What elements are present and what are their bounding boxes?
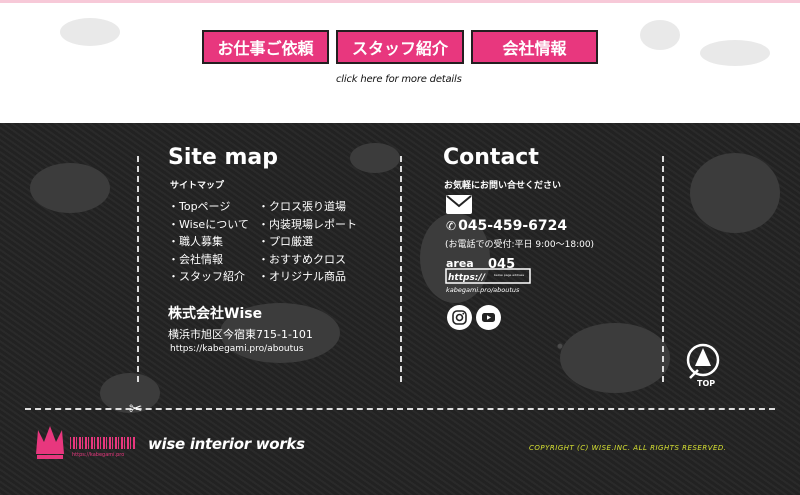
back-to-top-button[interactable]: TOP: [685, 340, 725, 390]
company-name: 株式会社Wise: [168, 306, 263, 322]
staff-intro-button[interactable]: スタッフ紹介: [336, 30, 464, 64]
company-info-button[interactable]: 会社情報: [471, 30, 598, 64]
phone-icon: ✆: [446, 219, 457, 233]
sitemap-list-1: ・Topページ ・Wiseについて ・職人募集 ・会社情報 ・スタッフ紹介: [168, 198, 249, 286]
sitemap-link[interactable]: ・職人募集: [168, 233, 249, 251]
crown-logo-icon: [36, 426, 64, 459]
sitemap-link[interactable]: ・おすすめクロス: [258, 251, 357, 269]
nav-button-row: お仕事ご依頼 スタッフ紹介 会社情報: [202, 30, 598, 64]
top-nav-section: お仕事ご依頼 スタッフ紹介 会社情報 click here for more d…: [0, 0, 800, 123]
divider: [400, 156, 402, 382]
contact-title: Contact: [443, 145, 539, 170]
sitemap-title: Site map: [168, 145, 278, 170]
area-logo-number: 045: [488, 257, 515, 272]
area-logo-line3: kabegami.pro/aboutus: [446, 286, 520, 294]
divider: [662, 156, 664, 382]
sitemap-link[interactable]: ・オリジナル商品: [258, 268, 357, 286]
area-logo-word: area: [446, 257, 474, 270]
sitemap-link[interactable]: ・プロ厳選: [258, 233, 357, 251]
paint-splatter: [640, 20, 680, 50]
phone-number[interactable]: ✆ 045-459-6724: [446, 218, 567, 234]
brand-name: wise interior works: [148, 435, 305, 453]
barcode-graphic: [70, 437, 136, 449]
divider: [137, 156, 139, 382]
company-url[interactable]: https://kabegami.pro/aboutus: [170, 344, 304, 354]
sitemap-link[interactable]: ・Topページ: [168, 198, 249, 216]
top-label: TOP: [697, 379, 715, 388]
area-logo-tag: below page address: [494, 273, 524, 277]
paint-splatter: [700, 40, 770, 66]
paint-splatter: [60, 18, 120, 46]
top-accent-line: [0, 0, 800, 3]
mail-icon[interactable]: [446, 195, 472, 214]
contact-subtitle: お気軽にお問い合せください: [444, 181, 562, 191]
work-request-button[interactable]: お仕事ご依頼: [202, 30, 329, 64]
sitemap-list-2: ・クロス張り道場 ・内装現場レポート ・プロ厳選 ・おすすめクロス ・オリジナル…: [258, 198, 357, 286]
sitemap-link[interactable]: ・会社情報: [168, 251, 249, 269]
sitemap-link[interactable]: ・内装現場レポート: [258, 216, 357, 234]
phone-text: 045-459-6724: [458, 218, 568, 234]
instagram-icon[interactable]: [447, 305, 472, 330]
footer: Site map サイトマップ ・Topページ ・Wiseについて ・職人募集 …: [0, 123, 800, 495]
sitemap-link[interactable]: ・Wiseについて: [168, 216, 249, 234]
barcode-url: https://kabegami.pro: [72, 452, 125, 458]
youtube-icon[interactable]: [476, 305, 501, 330]
sitemap-subtitle: サイトマップ: [170, 181, 225, 191]
sitemap-link[interactable]: ・クロス張り道場: [258, 198, 357, 216]
scissors-icon: ✂: [129, 399, 143, 418]
more-details-text: click here for more details: [336, 74, 462, 85]
copyright-text: COPYRIGHT (C) WISE.INC. ALL RIGHTS RESER…: [529, 444, 727, 452]
area045-logo[interactable]: area 045 https:// below page address kab…: [444, 256, 532, 296]
company-address: 横浜市旭区今宿東715-1-101: [168, 328, 313, 341]
phone-hours: (お電話での受付:平日 9:00〜18:00): [445, 240, 595, 250]
area-logo-line2: https://: [448, 273, 486, 283]
sitemap-link[interactable]: ・スタッフ紹介: [168, 268, 249, 286]
